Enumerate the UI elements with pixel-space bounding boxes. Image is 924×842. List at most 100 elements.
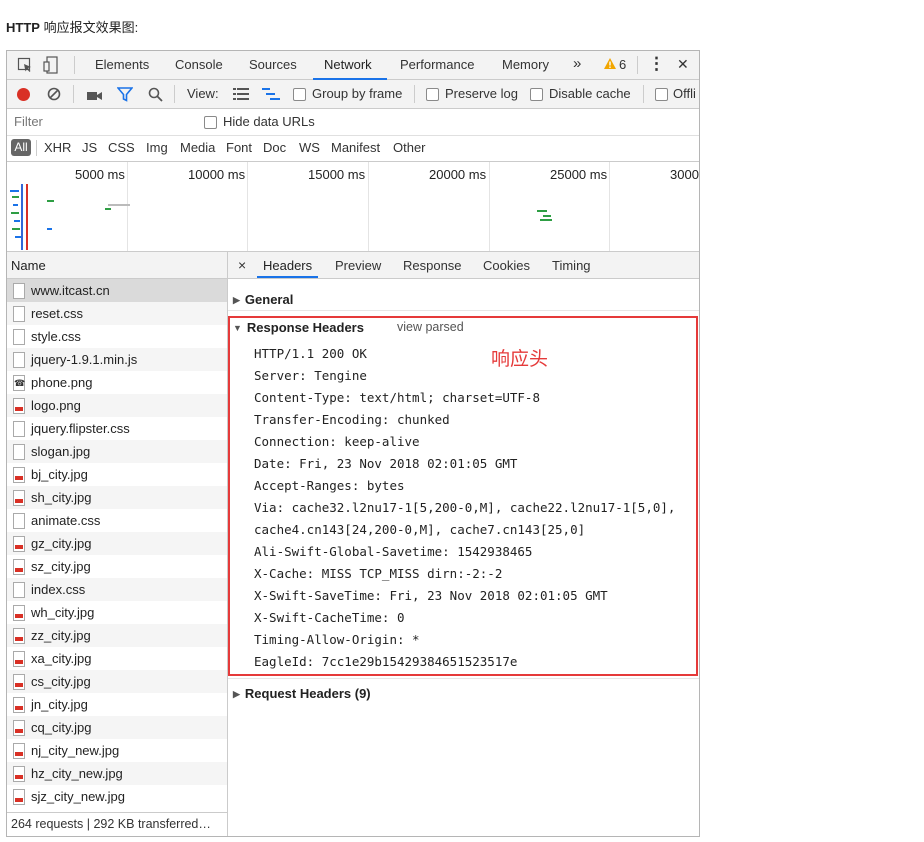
tab-preview[interactable]: Preview xyxy=(335,258,381,273)
request-row[interactable]: sz_city.jpg xyxy=(7,555,227,578)
request-row[interactable]: animate.css xyxy=(7,509,227,532)
tab-sources[interactable]: Sources xyxy=(249,57,297,72)
hide-data-urls-checkbox[interactable] xyxy=(204,116,217,129)
document-file-icon xyxy=(13,513,25,529)
image-file-icon xyxy=(13,490,25,506)
warning-icon[interactable] xyxy=(603,57,617,73)
search-icon[interactable] xyxy=(148,87,163,105)
group-by-frame-checkbox[interactable] xyxy=(293,88,306,101)
general-section[interactable]: ▶ General xyxy=(233,292,293,307)
waterfall-icon[interactable] xyxy=(262,88,280,103)
tab-cookies[interactable]: Cookies xyxy=(483,258,530,273)
request-name: www.itcast.cn xyxy=(31,283,110,298)
disable-cache-checkbox[interactable] xyxy=(530,88,543,101)
type-xhr[interactable]: XHR xyxy=(44,140,71,155)
request-row[interactable]: jquery-1.9.1.min.js xyxy=(7,348,227,371)
request-name: xa_city.jpg xyxy=(31,651,92,666)
type-js[interactable]: JS xyxy=(82,140,97,155)
timeline-bar xyxy=(12,228,20,230)
view-parsed-link[interactable]: view parsed xyxy=(397,320,464,334)
request-row[interactable]: logo.png xyxy=(7,394,227,417)
request-row[interactable]: cq_city.jpg xyxy=(7,716,227,739)
tab-console[interactable]: Console xyxy=(175,57,223,72)
request-row[interactable]: reset.css xyxy=(7,302,227,325)
tab-response[interactable]: Response xyxy=(403,258,462,273)
kebab-menu-icon[interactable]: ⋮ xyxy=(648,54,665,74)
timeline-bar xyxy=(15,236,21,238)
view-label: View: xyxy=(187,86,219,101)
record-icon[interactable] xyxy=(17,88,30,101)
request-row[interactable]: www.itcast.cn xyxy=(7,279,227,302)
type-other[interactable]: Other xyxy=(393,140,426,155)
resource-type-bar: All XHR JS CSS Img Media Font Doc WS Man… xyxy=(7,136,699,162)
warning-count[interactable]: 6 xyxy=(619,57,626,72)
more-tabs-button[interactable]: » xyxy=(573,55,581,72)
image-file-icon xyxy=(13,766,25,782)
request-row[interactable]: gz_city.jpg xyxy=(7,532,227,555)
request-row[interactable]: wh_city.jpg xyxy=(7,601,227,624)
request-row[interactable]: sh_city.jpg xyxy=(7,486,227,509)
request-row[interactable]: slogan.jpg xyxy=(7,440,227,463)
request-name: cq_city.jpg xyxy=(31,720,92,735)
tab-network[interactable]: Network xyxy=(324,57,372,72)
type-css[interactable]: CSS xyxy=(108,140,135,155)
request-name: slogan.jpg xyxy=(31,444,91,459)
preserve-log-checkbox[interactable] xyxy=(426,88,439,101)
request-name: jn_city.jpg xyxy=(31,697,88,712)
type-img[interactable]: Img xyxy=(146,140,168,155)
tab-elements[interactable]: Elements xyxy=(95,57,149,72)
request-headers-section[interactable]: ▶ Request Headers (9) xyxy=(233,686,371,701)
type-all[interactable]: All xyxy=(11,139,31,156)
offline-checkbox[interactable] xyxy=(655,88,668,101)
request-row[interactable]: hz_city_new.jpg xyxy=(7,762,227,785)
request-name: gz_city.jpg xyxy=(31,536,92,551)
request-row[interactable]: cs_city.jpg xyxy=(7,670,227,693)
name-column-header[interactable]: Name xyxy=(7,252,227,279)
document-file-icon xyxy=(13,582,25,598)
request-name: style.css xyxy=(31,329,81,344)
tab-performance[interactable]: Performance xyxy=(400,57,474,72)
type-media[interactable]: Media xyxy=(180,140,215,155)
toolbar-divider xyxy=(414,85,415,103)
type-doc[interactable]: Doc xyxy=(263,140,286,155)
request-row[interactable]: index.css xyxy=(7,578,227,601)
type-font[interactable]: Font xyxy=(226,140,252,155)
request-row[interactable]: zz_city.jpg xyxy=(7,624,227,647)
close-devtools-icon[interactable]: ✕ xyxy=(677,56,689,73)
response-header-line: Connection: keep-alive xyxy=(254,434,420,449)
device-toolbar-icon[interactable] xyxy=(43,56,59,77)
request-row[interactable]: style.css xyxy=(7,325,227,348)
request-row[interactable]: bj_city.jpg xyxy=(7,463,227,486)
tab-headers[interactable]: Headers xyxy=(263,258,312,273)
timeline-gridline xyxy=(127,162,128,251)
response-headers-annotation: 响应头 xyxy=(491,349,549,370)
load-event-line xyxy=(26,184,28,250)
request-row[interactable]: ☎ phone.png xyxy=(7,371,227,394)
filter-icon[interactable] xyxy=(116,87,134,105)
clear-icon[interactable] xyxy=(47,87,61,104)
timeline-bar xyxy=(14,220,20,222)
timeline-tick-label: 10000 ms xyxy=(188,167,246,182)
tab-memory[interactable]: Memory xyxy=(502,57,549,72)
close-details-icon[interactable]: × xyxy=(238,257,246,273)
tab-timing[interactable]: Timing xyxy=(552,258,591,273)
filter-input[interactable]: Filter xyxy=(10,111,190,131)
request-row[interactable]: jn_city.jpg xyxy=(7,693,227,716)
devtools-window: Elements Console Sources Network Perform… xyxy=(6,50,700,837)
request-row[interactable]: xa_city.jpg xyxy=(7,647,227,670)
type-ws[interactable]: WS xyxy=(299,140,320,155)
request-row[interactable]: jquery.flipster.css xyxy=(7,417,227,440)
screenshot-icon[interactable] xyxy=(87,89,103,104)
response-headers-section[interactable]: ▼ Response Headers xyxy=(233,320,364,335)
type-manifest[interactable]: Manifest xyxy=(331,140,380,155)
filter-bar: Filter Hide data URLs xyxy=(7,109,699,136)
inspect-element-icon[interactable] xyxy=(17,57,33,76)
status-bar: 264 requests | 292 KB transferred… xyxy=(7,812,227,836)
timeline-bar xyxy=(105,208,111,210)
toolbar-divider xyxy=(36,140,37,156)
timeline-overview[interactable]: 5000 ms 10000 ms 15000 ms 20000 ms 25000… xyxy=(7,162,699,252)
request-row[interactable]: sjz_city_new.jpg xyxy=(7,785,227,808)
request-row[interactable]: nj_city_new.jpg xyxy=(7,739,227,762)
image-file-icon xyxy=(13,789,25,805)
large-rows-icon[interactable] xyxy=(233,88,249,103)
